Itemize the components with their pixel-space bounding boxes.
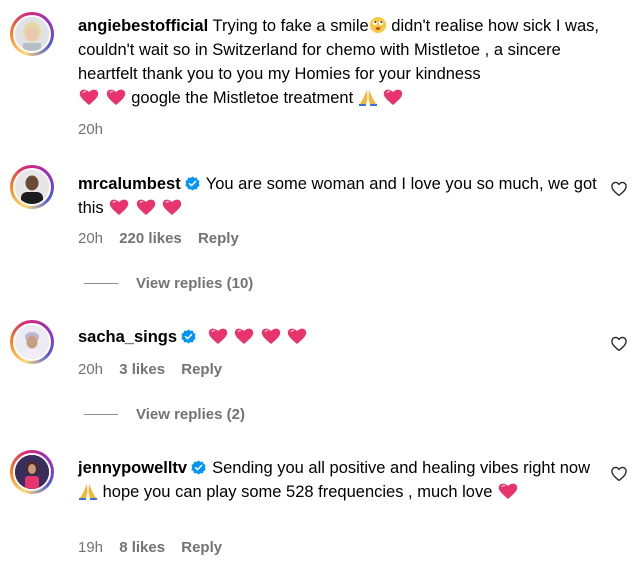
heart-emoji-icon	[287, 327, 307, 345]
pray-emoji-icon	[78, 482, 98, 500]
like-heart-icon[interactable]	[610, 180, 628, 198]
heart-emoji-icon	[498, 482, 518, 500]
timestamp: 20h	[78, 230, 104, 247]
view-replies-button[interactable]: View replies (2)	[84, 406, 245, 423]
view-replies-label[interactable]: View replies (2)	[136, 406, 245, 423]
avatar[interactable]	[10, 12, 54, 56]
timestamp: 20h	[78, 121, 104, 138]
like-heart-icon[interactable]	[610, 465, 628, 483]
comment-text: mrcalumbest You are some woman and I love…	[78, 172, 603, 220]
avatar[interactable]	[10, 320, 54, 364]
avatar-photo-icon	[15, 170, 49, 204]
reply-button[interactable]: Reply	[181, 539, 222, 556]
comment-body: Sending you all positive and healing vib…	[212, 459, 591, 477]
avatar[interactable]	[10, 450, 54, 494]
verified-badge-icon	[191, 460, 206, 475]
comment-meta: 20h 3 likes Reply	[78, 361, 234, 378]
heart-emoji-icon	[383, 88, 403, 106]
comment-body: hope you can play some 528 frequencies ,…	[102, 483, 493, 501]
pray-emoji-icon	[358, 88, 378, 106]
heart-emoji-icon	[208, 327, 228, 345]
comment-body: Trying to fake a smile	[212, 17, 369, 35]
heart-emoji-icon	[162, 198, 182, 216]
comment-meta: 20h	[78, 121, 115, 138]
timestamp: 20h	[78, 361, 104, 378]
comment-body: google the Mistletoe treatment	[131, 89, 354, 107]
likes-count[interactable]: 220 likes	[119, 230, 182, 247]
like-heart-icon[interactable]	[610, 335, 628, 353]
username[interactable]: jennypowelltv	[78, 459, 187, 477]
divider-line	[84, 414, 118, 415]
heart-emoji-icon	[234, 327, 254, 345]
likes-count[interactable]: 8 likes	[119, 539, 165, 556]
likes-count[interactable]: 3 likes	[119, 361, 165, 378]
avatar[interactable]	[10, 165, 54, 209]
username[interactable]: angiebestofficial	[78, 17, 208, 35]
timestamp: 19h	[78, 539, 104, 556]
username[interactable]: sacha_sings	[78, 328, 177, 346]
avatar-photo-icon	[15, 17, 49, 51]
comment-meta: 19h 8 likes Reply	[78, 539, 234, 556]
view-replies-button[interactable]: View replies (10)	[84, 275, 253, 292]
view-replies-label[interactable]: View replies (10)	[136, 275, 253, 292]
verified-badge-icon	[181, 329, 196, 344]
reply-button[interactable]: Reply	[198, 230, 239, 247]
avatar-photo-icon	[15, 325, 49, 359]
rolling-eyes-emoji-icon	[369, 17, 386, 33]
divider-line	[84, 283, 118, 284]
verified-badge-icon	[185, 176, 200, 191]
username[interactable]: mrcalumbest	[78, 175, 181, 193]
heart-emoji-icon	[136, 198, 156, 216]
comment-text: angiebestofficial Trying to fake a smile…	[78, 14, 603, 110]
comment-text: jennypowelltv Sending you all positive an…	[78, 456, 603, 504]
comment-text: sacha_sings	[78, 325, 603, 349]
comment-meta: 20h 220 likes Reply	[78, 230, 251, 247]
avatar-photo-icon	[15, 455, 49, 489]
heart-emoji-icon	[261, 327, 281, 345]
heart-emoji-icon	[79, 88, 99, 106]
heart-emoji-icon	[109, 198, 129, 216]
reply-button[interactable]: Reply	[181, 361, 222, 378]
heart-emoji-icon	[106, 88, 126, 106]
